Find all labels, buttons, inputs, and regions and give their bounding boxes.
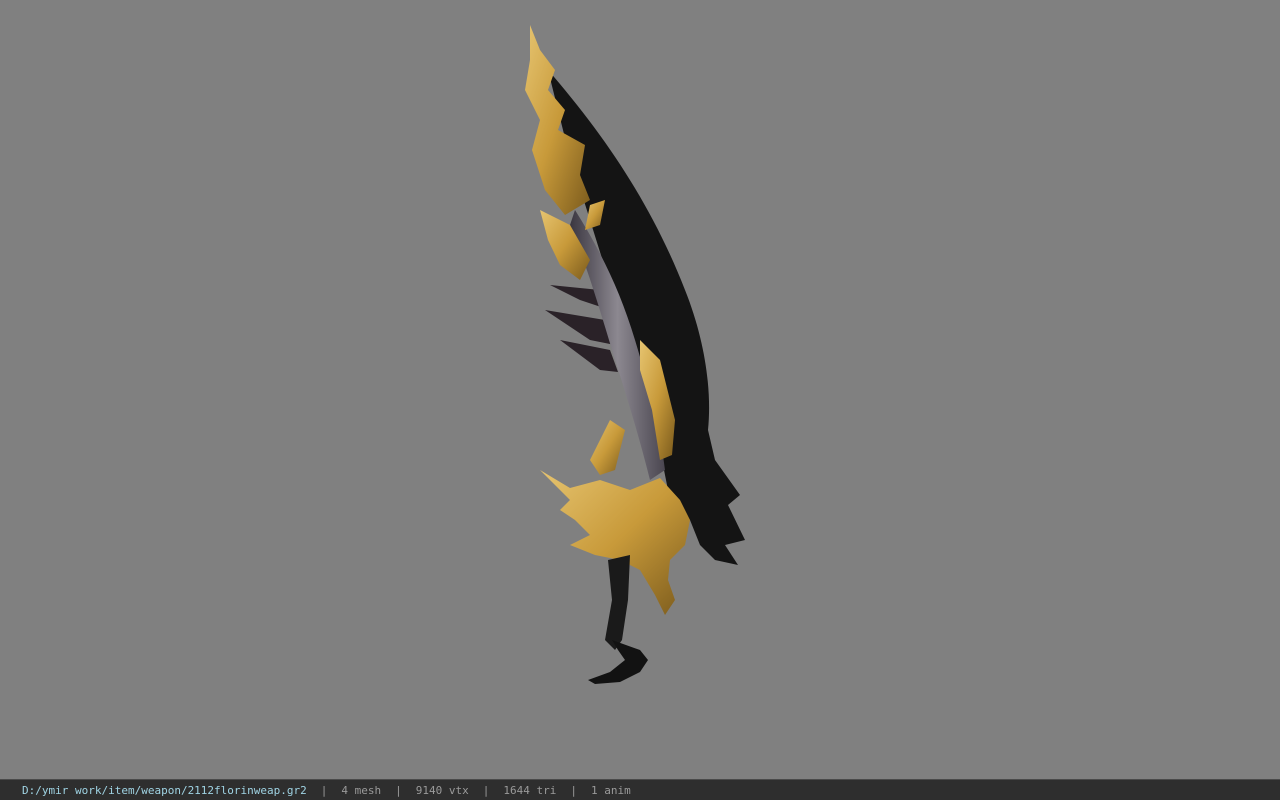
- separator: |: [320, 783, 328, 797]
- weapon-model-render: [525, 25, 745, 684]
- separator: |: [482, 783, 490, 797]
- model-path-text: D:/ymir work/item/weapon/2112florinweap.…: [22, 783, 307, 797]
- vertex-count-text: 9140 vtx: [415, 783, 469, 797]
- separator: |: [395, 783, 402, 797]
- separator: |: [570, 783, 577, 797]
- triangle-count-text: 1644 tri: [503, 783, 557, 797]
- status-bar: D:/ymir work/item/weapon/2112florinweap.…: [0, 779, 1280, 800]
- 3d-viewport[interactable]: [0, 0, 1280, 779]
- animation-count-text: 1 anim: [591, 783, 631, 797]
- mesh-count-text: 4 mesh: [341, 783, 382, 797]
